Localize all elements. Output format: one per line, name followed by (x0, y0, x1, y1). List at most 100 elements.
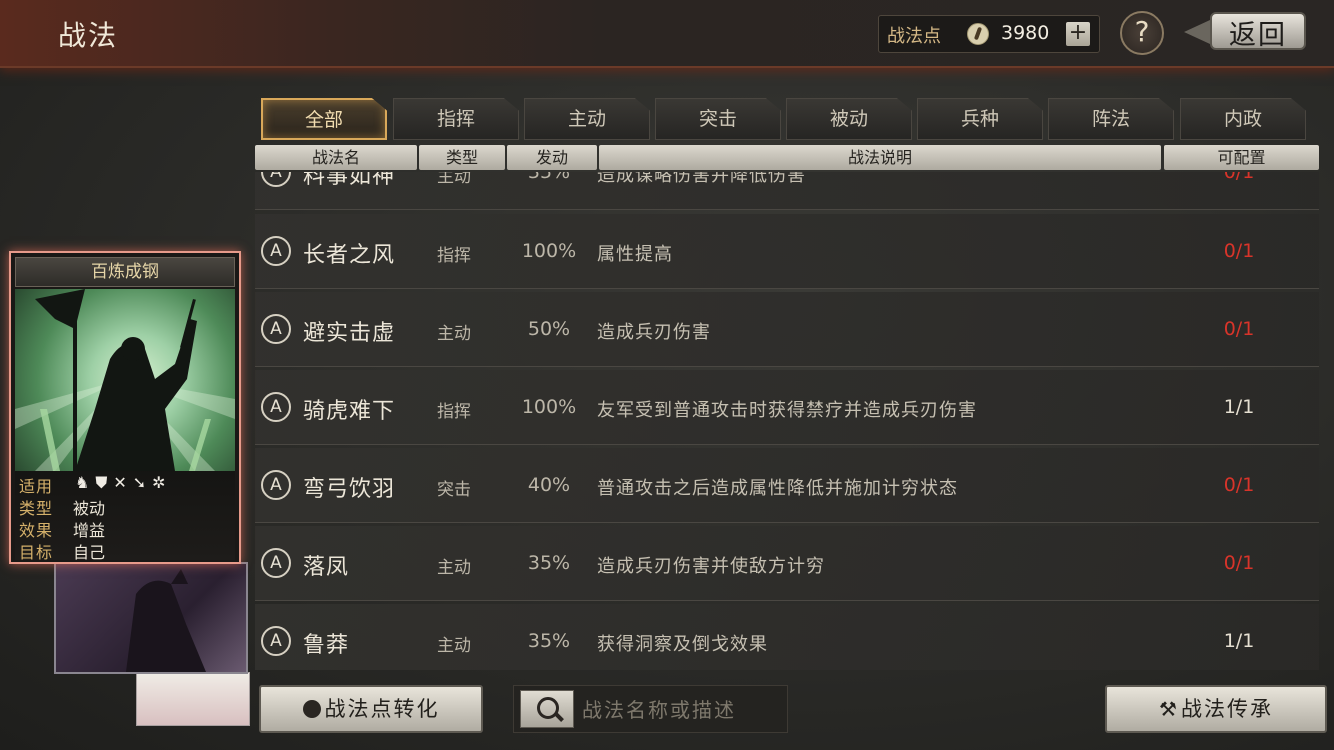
tab-all[interactable]: 全部 (261, 98, 387, 140)
tactic-name: 骑虎难下 (303, 399, 396, 424)
table-row[interactable]: A 骑虎难下 指挥 100% 友军受到普通攻击时获得禁疗并造成兵刃伤害 1/1 (255, 370, 1319, 445)
tactic-description: 造成兵刃伤害 (597, 322, 711, 343)
stat-key: 类型 (19, 499, 54, 518)
tactic-point-icon (302, 700, 321, 718)
column-header-type[interactable]: 类型 (419, 145, 505, 170)
search-icon-handle (554, 712, 564, 722)
tactic-type: 指挥 (437, 246, 471, 266)
tactic-name: 鲁莽 (303, 633, 350, 658)
tab-active[interactable]: 主动 (524, 98, 650, 140)
tactic-description: 造成兵刃伤害并使敌方计穷 (597, 556, 825, 577)
card-back-lower (136, 672, 250, 726)
spear-icon: ➘ (132, 473, 153, 492)
tactic-config-count: 0/1 (1223, 318, 1255, 340)
stat-key: 效果 (19, 521, 54, 540)
tactic-points-label: 战法点 (887, 26, 941, 47)
tactic-rate: 35% (527, 630, 571, 652)
tab-formation[interactable]: 阵法 (1048, 98, 1174, 140)
stat-value: 自己 (73, 543, 106, 562)
tactic-name: 落凤 (303, 555, 350, 580)
column-header-config[interactable]: 可配置 (1164, 145, 1319, 170)
tab-command[interactable]: 指挥 (393, 98, 519, 140)
table-row[interactable]: A 弯弓饮羽 突击 40% 普通攻击之后造成属性降低并施加计穷状态 0/1 (255, 448, 1319, 523)
stat-effect: 效果 增益 (19, 517, 105, 541)
card-back-middle (54, 562, 248, 674)
top-bar: 战法 战法点 3980 + ? 返回 (0, 0, 1334, 68)
tactic-name: 弯弓饮羽 (303, 477, 396, 502)
table-row[interactable]: A 落凤 主动 35% 造成兵刃伤害并使敌方计穷 0/1 (255, 526, 1319, 601)
column-header-rate[interactable]: 发动 (507, 145, 597, 170)
tactic-points-value: 3980 (1001, 22, 1050, 44)
convert-points-label: 战法点转化 (324, 697, 440, 721)
tactic-description: 造成谋略伤害并降低伤害 (597, 172, 806, 186)
table-row[interactable]: A 长者之风 指挥 100% 属性提高 0/1 (255, 214, 1319, 289)
back-button[interactable]: 返回 (1180, 10, 1326, 54)
stat-key: 适用 (19, 477, 54, 496)
unit-type-icons: ♞⛊✕➘✲ (75, 473, 172, 493)
general-silhouette-icon (15, 289, 235, 471)
stat-type: 类型 被动 (19, 495, 105, 519)
table-row[interactable]: A 避实击虚 主动 50% 造成兵刃伤害 0/1 (255, 292, 1319, 367)
grade-badge: A (261, 392, 291, 422)
back-button-label: 返回 (1229, 20, 1287, 51)
page-title: 战法 (58, 19, 119, 52)
tactic-config-count: 1/1 (1223, 630, 1255, 652)
tactic-description: 获得洞察及倒戈效果 (597, 634, 768, 655)
tactic-rate: 100% (521, 396, 577, 418)
stat-value: 被动 (73, 499, 106, 518)
tactic-rate: 35% (527, 552, 571, 574)
tactic-config-count: 1/1 (1223, 396, 1255, 418)
column-header-name[interactable]: 战法名 (255, 145, 417, 170)
shield-icon: ⛊ (95, 473, 114, 492)
grade-badge: A (261, 470, 291, 500)
convert-points-button[interactable]: 战法点转化 (259, 685, 483, 733)
siege-icon: ✲ (152, 473, 172, 492)
tab-troop[interactable]: 兵种 (917, 98, 1043, 140)
tactic-type: 突击 (437, 480, 471, 500)
tactic-points-panel: 战法点 3980 + (878, 15, 1100, 53)
warrior-silhouette-icon (126, 569, 206, 672)
back-arrow-icon (1184, 20, 1210, 44)
help-button[interactable]: ? (1120, 11, 1164, 55)
archer-icon: ✕ (113, 473, 133, 492)
stat-target: 目标 自己 (19, 539, 105, 563)
tactic-description: 属性提高 (597, 244, 673, 265)
card-title: 百炼成钢 (15, 257, 235, 287)
tactic-type: 主动 (437, 172, 471, 187)
grade-badge: A (261, 172, 291, 187)
search-button[interactable] (520, 690, 574, 728)
tactic-rate: 50% (527, 318, 571, 340)
tactic-config-count: 0/1 (1223, 552, 1255, 574)
add-points-button[interactable]: + (1066, 22, 1090, 46)
tactic-type: 主动 (437, 636, 471, 656)
column-header-description: 战法说明 (599, 145, 1161, 170)
search-bar (513, 685, 788, 733)
tactics-list[interactable]: A 料事如神 主动 35% 造成谋略伤害并降低伤害 0/1 A 长者之风 指挥 … (255, 172, 1319, 670)
tactic-card[interactable]: 百炼成钢 适用 ♞⛊✕➘✲ 类型 被动 效果 增益 目标 自己 (9, 251, 241, 564)
tactic-name: 避实击虚 (303, 321, 396, 346)
tactic-type: 主动 (437, 324, 471, 344)
tab-internal[interactable]: 内政 (1180, 98, 1306, 140)
tactic-config-count: 0/1 (1223, 240, 1255, 262)
tactic-rate: 40% (527, 474, 571, 496)
tab-passive[interactable]: 被动 (786, 98, 912, 140)
grade-badge: A (261, 236, 291, 266)
tactic-point-coin-icon (967, 23, 989, 45)
stat-value: 增益 (73, 521, 106, 540)
tab-assault[interactable]: 突击 (655, 98, 781, 140)
grade-badge: A (261, 626, 291, 656)
tactic-description: 普通攻击之后造成属性降低并施加计穷状态 (597, 478, 958, 499)
table-row[interactable]: A 料事如神 主动 35% 造成谋略伤害并降低伤害 0/1 (255, 172, 1319, 210)
stat-applicable: 适用 (19, 473, 73, 497)
grade-badge: A (261, 548, 291, 578)
table-row[interactable]: A 鲁莽 主动 35% 获得洞察及倒戈效果 1/1 (255, 604, 1319, 670)
grade-badge: A (261, 314, 291, 344)
tactic-inherit-label: 战法传承 (1180, 697, 1273, 721)
tactic-config-count: 0/1 (1223, 474, 1255, 496)
tactic-inherit-button[interactable]: ⚒战法传承 (1105, 685, 1327, 733)
search-input[interactable] (580, 692, 784, 728)
tactic-type: 指挥 (437, 402, 471, 422)
tactic-config-count: 0/1 (1223, 172, 1255, 183)
card-stats: 适用 ♞⛊✕➘✲ 类型 被动 效果 增益 目标 自己 (15, 471, 235, 563)
tactic-description: 友军受到普通攻击时获得禁疗并造成兵刃伤害 (597, 400, 977, 421)
